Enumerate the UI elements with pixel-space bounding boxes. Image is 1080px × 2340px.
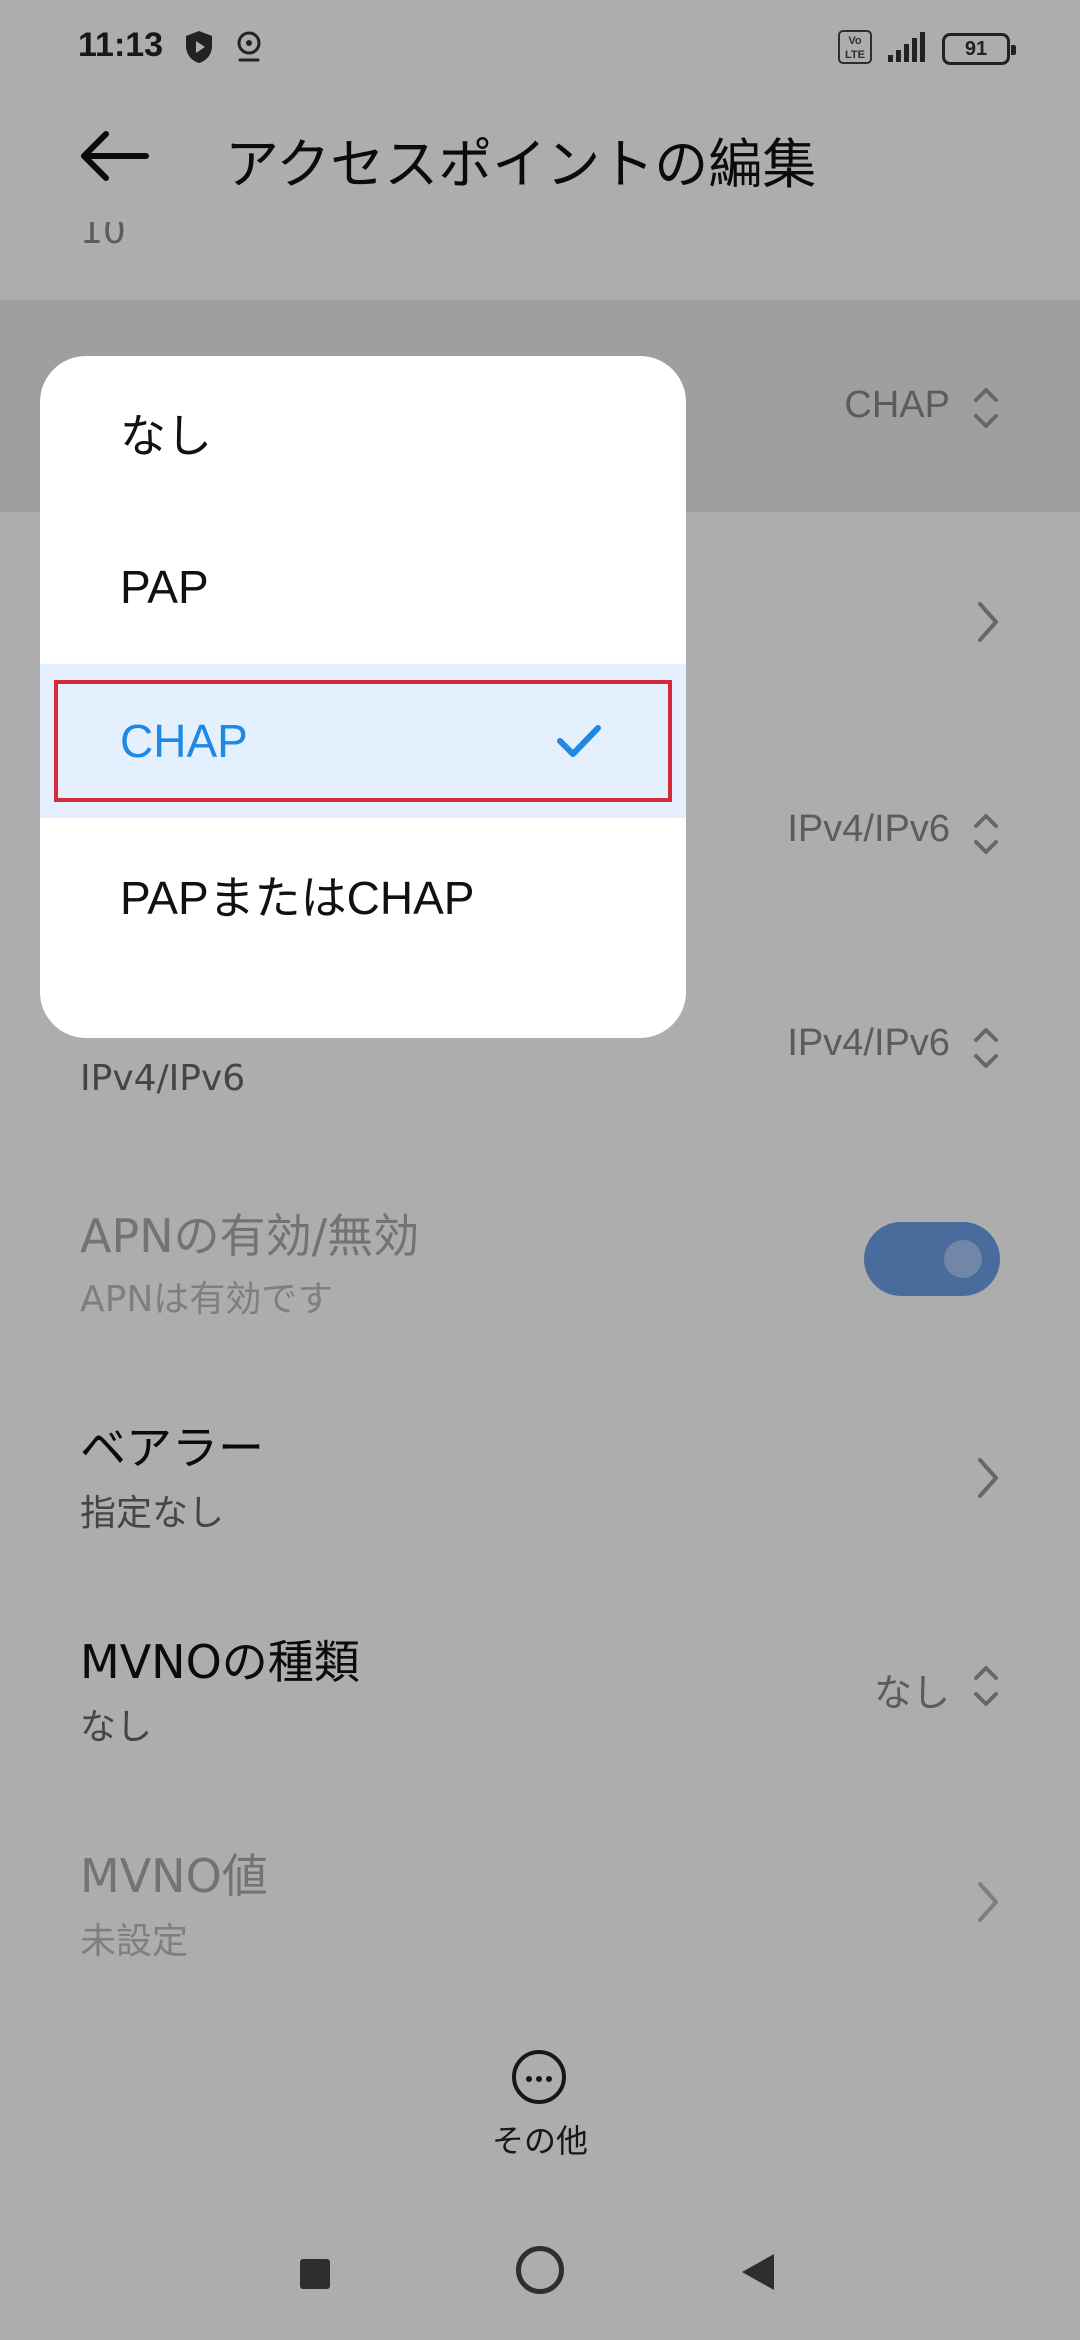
screen: 11:13 Vo LTE 91 アクセスポイントの編集 10 CHAP IPv4… — [0, 0, 1080, 2340]
popup-option-pap[interactable]: PAP — [40, 510, 686, 664]
annotation-highlight-box — [54, 680, 672, 802]
popup-option-pap-or-chap[interactable]: PAPまたはCHAP — [40, 818, 686, 972]
popup-option-label: PAP — [120, 561, 209, 613]
modal-scrim[interactable] — [0, 0, 1080, 2340]
popup-option-label: なし — [120, 410, 212, 462]
popup-option-none[interactable]: なし — [40, 356, 686, 510]
popup-option-label: PAPまたはCHAP — [120, 872, 475, 924]
popup-option-chap[interactable]: CHAP — [40, 664, 686, 818]
auth-type-popup: なし PAP CHAP PAPまたはCHAP — [40, 356, 686, 1038]
